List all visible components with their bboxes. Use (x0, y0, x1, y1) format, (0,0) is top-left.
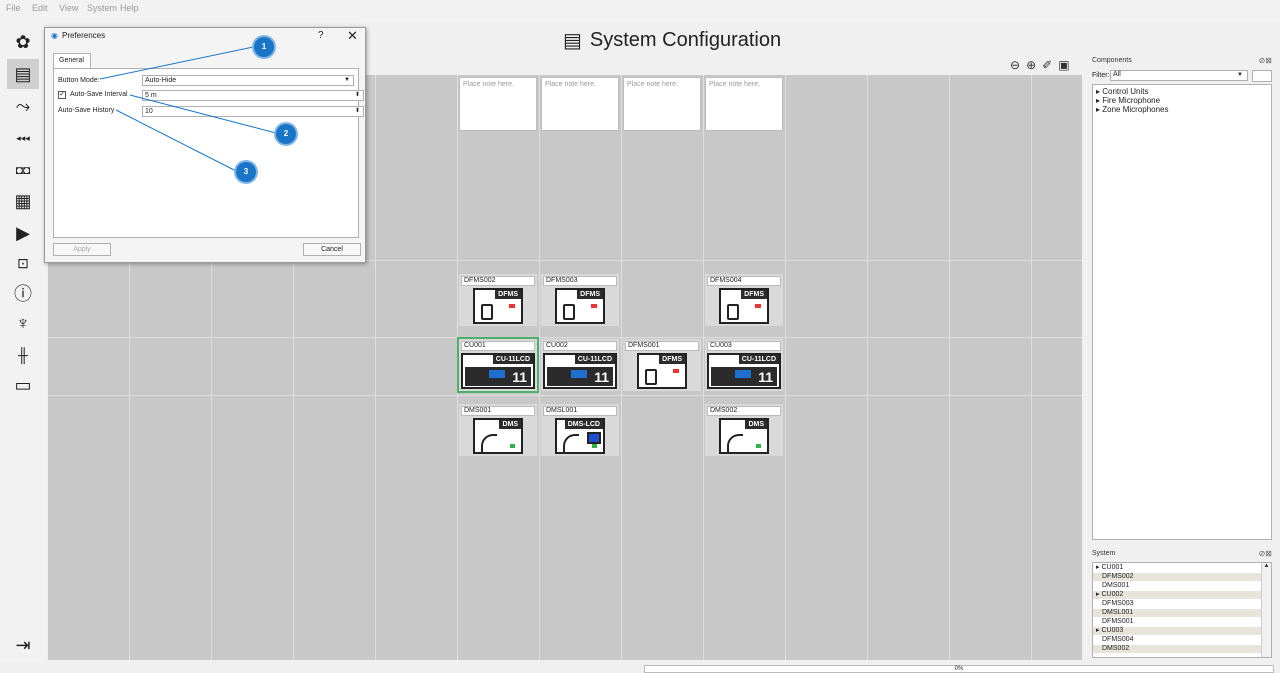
dual-box-icon[interactable]: ◘◘ (7, 155, 39, 185)
auto-save-history-label: Auto-Save History (58, 107, 115, 114)
right-panel: Components ⊘⊠ Filter: All ▼ ▸ Control Uni… (1088, 52, 1274, 662)
server-icon: ▤ (563, 30, 582, 52)
note-field[interactable]: Place note here. (541, 77, 619, 131)
app-icon: ◉ (51, 31, 58, 40)
list-item[interactable]: DMS001 (1093, 582, 1261, 590)
apply-button[interactable]: Apply (53, 243, 111, 256)
auto-save-history-spinbox[interactable]: 10 ⬍ (142, 106, 364, 117)
tree-item-control-units[interactable]: ▸ Control Units (1096, 87, 1149, 96)
button-mode-label: Button Mode: (58, 77, 100, 84)
list-item[interactable]: ▸ CU001 (1093, 564, 1261, 572)
zoom-in-icon[interactable]: ⊕ (1026, 58, 1036, 72)
device-dms002[interactable]: DMS002 DMS (705, 404, 783, 456)
help-button[interactable]: ? (318, 30, 324, 41)
document-icon[interactable]: ▭ (7, 370, 39, 400)
menu-view[interactable]: View (59, 3, 78, 13)
auto-save-interval-checkbox[interactable]: ✓ (58, 91, 66, 99)
auto-save-interval-spinbox[interactable]: 5 m ⬍ (142, 90, 364, 101)
button-mode-select[interactable]: Auto-Hide ▼ (142, 75, 354, 86)
device-cu002[interactable]: CU002 CU-11LCD 11 (541, 339, 619, 391)
components-tree: ▸ Control Units ▸ Fire Microphone ▸ Zone… (1092, 84, 1272, 540)
callout-marker: 1 (254, 37, 274, 57)
callout-marker: 2 (276, 124, 296, 144)
device-dms001[interactable]: DMS001 DMS (459, 404, 537, 456)
fire-mic-icon (481, 304, 493, 320)
list-item[interactable]: DMS002 (1093, 645, 1261, 653)
cancel-button[interactable]: Cancel (303, 243, 361, 256)
left-toolbar: ✿ ▤ ⤳ ◂◂◂ ◘◘ ▦ ▶ ⊡ ⓘ ♆ ╫ ▭ ⇥ (0, 22, 46, 662)
preferences-dialog: ◉ Preferences ? ✕ General Button Mode: A… (44, 27, 366, 263)
device-dfms003[interactable]: DFMS003 DFMS (541, 274, 619, 326)
dialog-title: ◉ Preferences (51, 31, 106, 40)
page-title: ▤ System Configuration (563, 29, 782, 52)
list-item[interactable]: DFMS002 (1093, 573, 1261, 581)
device-cu001[interactable]: CU001 CU-11LCD 11 (457, 337, 539, 393)
note-field[interactable]: Place note here. (623, 77, 701, 131)
info-icon[interactable]: ⓘ (7, 278, 39, 308)
media-icon[interactable]: ▶ (7, 218, 39, 248)
list-item[interactable]: ▸ CU002 (1093, 591, 1261, 599)
tree-item-fire-microphone[interactable]: ▸ Fire Microphone (1096, 96, 1160, 105)
fit-icon[interactable]: ▣ (1058, 58, 1069, 72)
menu-system[interactable]: System (87, 3, 117, 13)
route-icon[interactable]: ⤳ (7, 91, 39, 121)
device-settings-icon[interactable]: ⊡ (7, 248, 39, 278)
filter-label: Filter: (1092, 72, 1110, 79)
gooseneck-mic-icon (563, 434, 579, 452)
tree-item-zone-microphones[interactable]: ▸ Zone Microphones (1096, 105, 1169, 114)
grid-icon[interactable]: ▦ (7, 186, 39, 216)
fire-mic-icon (645, 369, 657, 385)
device-dmsl001[interactable]: DMSL001 DMS-LCD (541, 404, 619, 456)
note-field[interactable]: Place note here. (459, 77, 537, 131)
menu-edit[interactable]: Edit (32, 3, 48, 13)
list-item[interactable]: ▸ CU003 (1093, 627, 1261, 635)
gear-icon[interactable]: ✿ (7, 27, 39, 57)
zoom-tools: ⊖ ⊕ ✐ ▣ (1010, 58, 1070, 72)
callout-marker: 3 (236, 162, 256, 182)
device-dfms002[interactable]: DFMS002 DFMS (459, 274, 537, 326)
tools-icon[interactable]: ✐ (1042, 58, 1052, 72)
menu-help[interactable]: Help (120, 3, 139, 13)
general-pane: Button Mode: Auto-Hide ▼ ✓ Auto-Save Inte… (53, 68, 364, 238)
note-field[interactable]: Place note here. (705, 77, 783, 131)
menu-file[interactable]: File (6, 3, 21, 13)
tab-general[interactable]: General (53, 53, 91, 69)
list-item[interactable]: DMSL001 (1093, 609, 1261, 617)
speaker-group-icon[interactable]: ◂◂◂ (7, 123, 39, 153)
audio-matrix-icon[interactable]: ╫ (7, 340, 39, 370)
panel-controls-icon[interactable]: ⊘⊠ (1259, 56, 1272, 65)
system-scrollbar[interactable]: ▲ (1261, 563, 1271, 657)
list-item[interactable]: DFMS003 (1093, 600, 1261, 608)
menu-bar: File Edit View System Help (0, 0, 1280, 22)
filter-input[interactable] (1252, 70, 1272, 82)
list-item[interactable]: DFMS001 (1093, 618, 1261, 626)
components-title: Components (1092, 57, 1132, 64)
auto-save-interval-label: Auto-Save Interval (70, 91, 128, 98)
filter-select[interactable]: All ▼ (1110, 70, 1248, 81)
server-icon[interactable]: ▤ (7, 59, 39, 89)
progress-bar: 0% (644, 665, 1274, 673)
gooseneck-mic-icon (727, 434, 743, 452)
close-icon[interactable]: ✕ (347, 28, 358, 44)
device-cu003[interactable]: CU003 CU-11LCD 11 (705, 339, 783, 391)
exit-icon[interactable]: ⇥ (7, 630, 39, 660)
gooseneck-mic-icon (481, 434, 497, 452)
list-item[interactable]: DFMS004 (1093, 636, 1261, 644)
fire-mic-icon (563, 304, 575, 320)
fire-mic-icon (727, 304, 739, 320)
panel-controls-icon[interactable]: ⊘⊠ (1259, 549, 1272, 558)
system-tree: ▸ CU001 DFMS002 DMS001 ▸ CU002 DFMS003 D… (1092, 562, 1272, 658)
device-dfms004[interactable]: DFMS004 DFMS (705, 274, 783, 326)
mic-settings-icon[interactable]: ♆ (7, 308, 39, 338)
zoom-out-icon[interactable]: ⊖ (1010, 58, 1020, 72)
device-dfms001[interactable]: DFMS001 DFMS (623, 339, 701, 391)
system-title: System (1092, 550, 1116, 557)
